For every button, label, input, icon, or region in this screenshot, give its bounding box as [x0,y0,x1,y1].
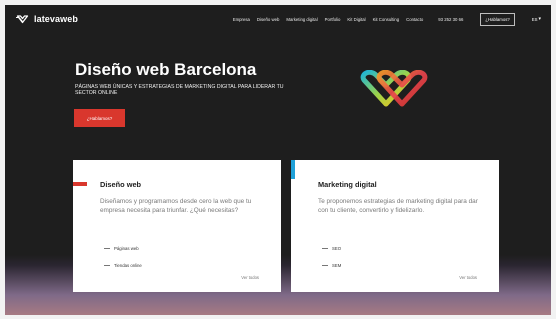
screenshot-frame [0,0,556,319]
